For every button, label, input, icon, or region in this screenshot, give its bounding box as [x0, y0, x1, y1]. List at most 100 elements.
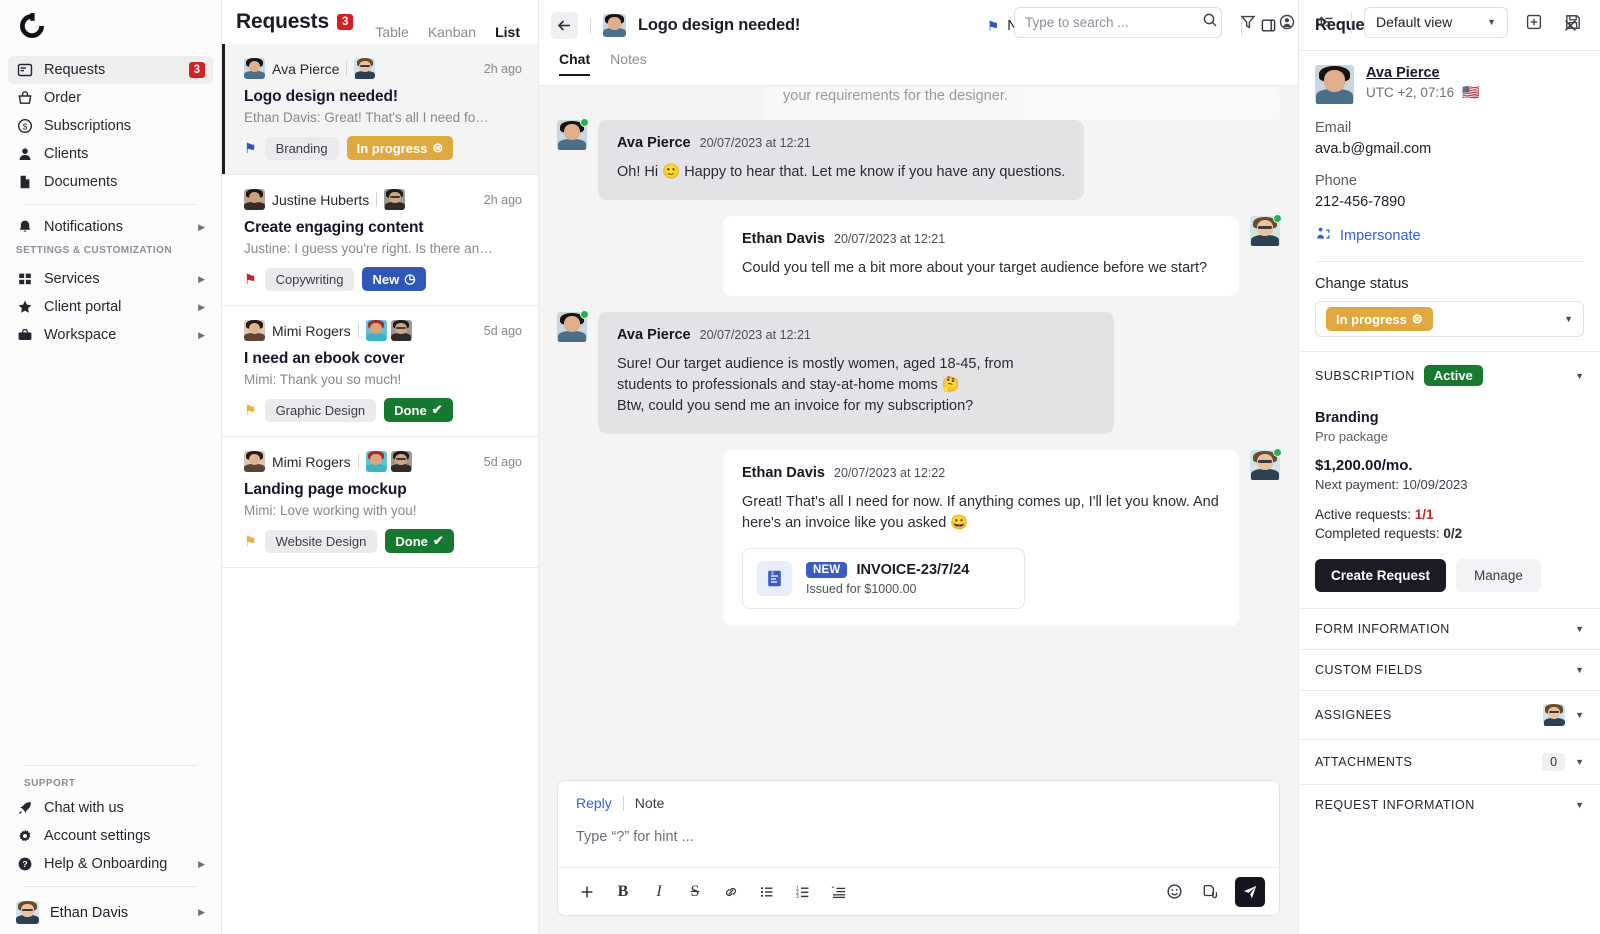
search-icon[interactable] [1202, 12, 1218, 33]
back-arrow-icon[interactable] [551, 12, 578, 39]
chevron-down-icon: ▼ [1575, 371, 1584, 381]
assignee-avatar [366, 451, 387, 472]
accordion-label: FORM INFORMATION [1315, 622, 1450, 636]
request-snippet: Mimi: Thank you so much! [244, 372, 522, 387]
flag-icon[interactable]: ⚑ [244, 272, 257, 286]
status-label: New [372, 272, 399, 287]
message-input[interactable]: Type “?” for hint ... [558, 811, 1279, 867]
status-label: In progress [1336, 312, 1407, 327]
request-title: I need an ebook cover [244, 350, 522, 368]
accordion-subscription[interactable]: SUBSCRIPTION Active ▼ [1299, 351, 1600, 399]
request-category-tag[interactable]: Website Design [265, 530, 378, 553]
italic-icon[interactable]: I [644, 877, 674, 907]
document-icon [16, 174, 33, 191]
sidebar-item-services[interactable]: Services ▶ [8, 265, 213, 293]
assignee-avatar[interactable] [1543, 704, 1565, 726]
accordion-custom-fields[interactable]: CUSTOM FIELDS ▼ [1299, 649, 1600, 690]
sidebar-item-account-settings[interactable]: Account settings [8, 822, 213, 850]
sidebar-item-clients[interactable]: Clients [8, 140, 213, 168]
sidebar-item-help-onboarding[interactable]: ? Help & Onboarding ▶ [8, 850, 213, 878]
briefcase-icon [16, 327, 33, 344]
sidebar-item-notifications[interactable]: Notifications ▶ [8, 213, 213, 241]
impersonate-button[interactable]: Impersonate [1315, 226, 1584, 246]
sidebar-item-workspace[interactable]: Workspace ▶ [8, 321, 213, 349]
accordion-request-information[interactable]: REQUEST INFORMATION ▼ [1299, 784, 1600, 825]
request-status-badge[interactable]: Done ✔ [385, 529, 453, 553]
composer-tab-note[interactable]: Note [635, 795, 665, 811]
request-status-badge[interactable]: Done ✔ [384, 398, 452, 422]
svg-text:“: “ [832, 885, 835, 893]
numbered-list-icon[interactable]: 123 [788, 877, 818, 907]
message-time: 20/07/2023 at 12:22 [834, 466, 945, 480]
request-category-tag[interactable]: Graphic Design [265, 399, 377, 422]
sidebar-item-client-portal[interactable]: Client portal ▶ [8, 293, 213, 321]
accordion-assignees[interactable]: ASSIGNEES ▼ [1299, 690, 1600, 739]
change-status-label: Change status [1315, 276, 1584, 292]
view-selector[interactable]: Default view ▼ [1364, 7, 1508, 38]
sidebar-item-order[interactable]: Order [8, 84, 213, 112]
status-select[interactable]: In progress ⊜ ▼ [1315, 301, 1584, 337]
request-card[interactable]: Mimi Rogers 5d ago I need an ebook cover… [222, 306, 538, 437]
accordion-label: REQUEST INFORMATION [1315, 798, 1475, 812]
client-name-link[interactable]: Ava Pierce [1366, 65, 1480, 81]
bullet-list-icon[interactable] [752, 877, 782, 907]
status-label: Done [394, 403, 427, 418]
sort-icon[interactable] [1312, 9, 1339, 36]
sidebar-user[interactable]: Ethan Davis ▶ [8, 895, 213, 928]
subscription-price: $1,200.00/mo. [1315, 457, 1584, 474]
flag-icon[interactable]: ⚑ [244, 403, 257, 417]
send-icon[interactable] [1235, 877, 1265, 907]
sidebar-item-documents[interactable]: Documents [8, 168, 213, 196]
tab-notes[interactable]: Notes [610, 51, 647, 76]
chevron-down-icon: ▼ [1575, 710, 1584, 720]
divider [358, 323, 359, 338]
sidebar-item-chat-with-us[interactable]: Chat with us [8, 794, 213, 822]
blockquote-icon[interactable]: “ [824, 877, 854, 907]
request-tags: ⚑ Branding In progress ⊜ [244, 136, 522, 160]
manage-button[interactable]: Manage [1456, 559, 1541, 592]
strikethrough-icon[interactable]: S [680, 877, 710, 907]
add-view-icon[interactable] [1520, 9, 1547, 36]
divider [346, 61, 347, 76]
sidebar-item-requests[interactable]: Requests 3 [8, 56, 213, 84]
save-view-icon[interactable] [1559, 9, 1586, 36]
tab-kanban[interactable]: Kanban [428, 20, 476, 44]
attachment-icon[interactable] [1195, 877, 1225, 907]
request-category-tag[interactable]: Branding [265, 137, 339, 160]
assignee-icon[interactable] [1273, 9, 1300, 36]
plus-icon[interactable] [572, 877, 602, 907]
invoice-card[interactable]: $ NEW INVOICE-23/7/24 Issued for $1000.0… [742, 548, 1025, 609]
bold-icon[interactable]: B [608, 877, 638, 907]
request-card[interactable]: Ava Pierce 2h ago Logo design needed! Et… [222, 44, 538, 175]
emoji-icon[interactable] [1159, 877, 1189, 907]
tab-table[interactable]: Table [375, 20, 408, 44]
flag-icon[interactable]: ⚑ [244, 534, 257, 548]
flag-icon[interactable]: ⚑ [244, 141, 257, 155]
support-section-label: SUPPORT [8, 774, 213, 794]
message-list[interactable]: your requirements for the designer. Ava … [539, 86, 1298, 770]
status-badge: In progress ⊜ [1326, 307, 1433, 331]
request-category-tag[interactable]: Copywriting [265, 268, 355, 291]
composer-tab-reply[interactable]: Reply [576, 795, 612, 811]
request-status-badge[interactable]: In progress ⊜ [347, 136, 454, 160]
avatar [244, 451, 265, 472]
accordion-form-information[interactable]: FORM INFORMATION ▼ [1299, 608, 1600, 649]
request-time: 2h ago [484, 62, 522, 76]
accordion-attachments[interactable]: ATTACHMENTS 0 ▼ [1299, 739, 1600, 784]
logo[interactable] [0, 0, 221, 52]
create-request-button[interactable]: Create Request [1315, 559, 1446, 592]
request-status-badge[interactable]: New ◷ [362, 267, 425, 291]
search-box[interactable] [1014, 7, 1222, 38]
search-input[interactable] [1025, 15, 1202, 30]
tab-chat[interactable]: Chat [559, 51, 590, 76]
message-bubble: Ethan Davis 20/07/2023 at 12:22 Great! T… [723, 450, 1239, 626]
filter-icon[interactable] [1234, 9, 1261, 36]
link-icon[interactable] [716, 877, 746, 907]
accordion-label: CUSTOM FIELDS [1315, 663, 1423, 677]
sidebar-item-subscriptions[interactable]: $ Subscriptions [8, 112, 213, 140]
request-card[interactable]: Mimi Rogers 5d ago Landing page mockup M… [222, 437, 538, 568]
tab-list[interactable]: List [495, 20, 520, 44]
request-tags: ⚑ Website Design Done ✔ [244, 529, 522, 553]
divider [1315, 261, 1584, 262]
request-card[interactable]: Justine Huberts 2h ago Create engaging c… [222, 175, 538, 306]
